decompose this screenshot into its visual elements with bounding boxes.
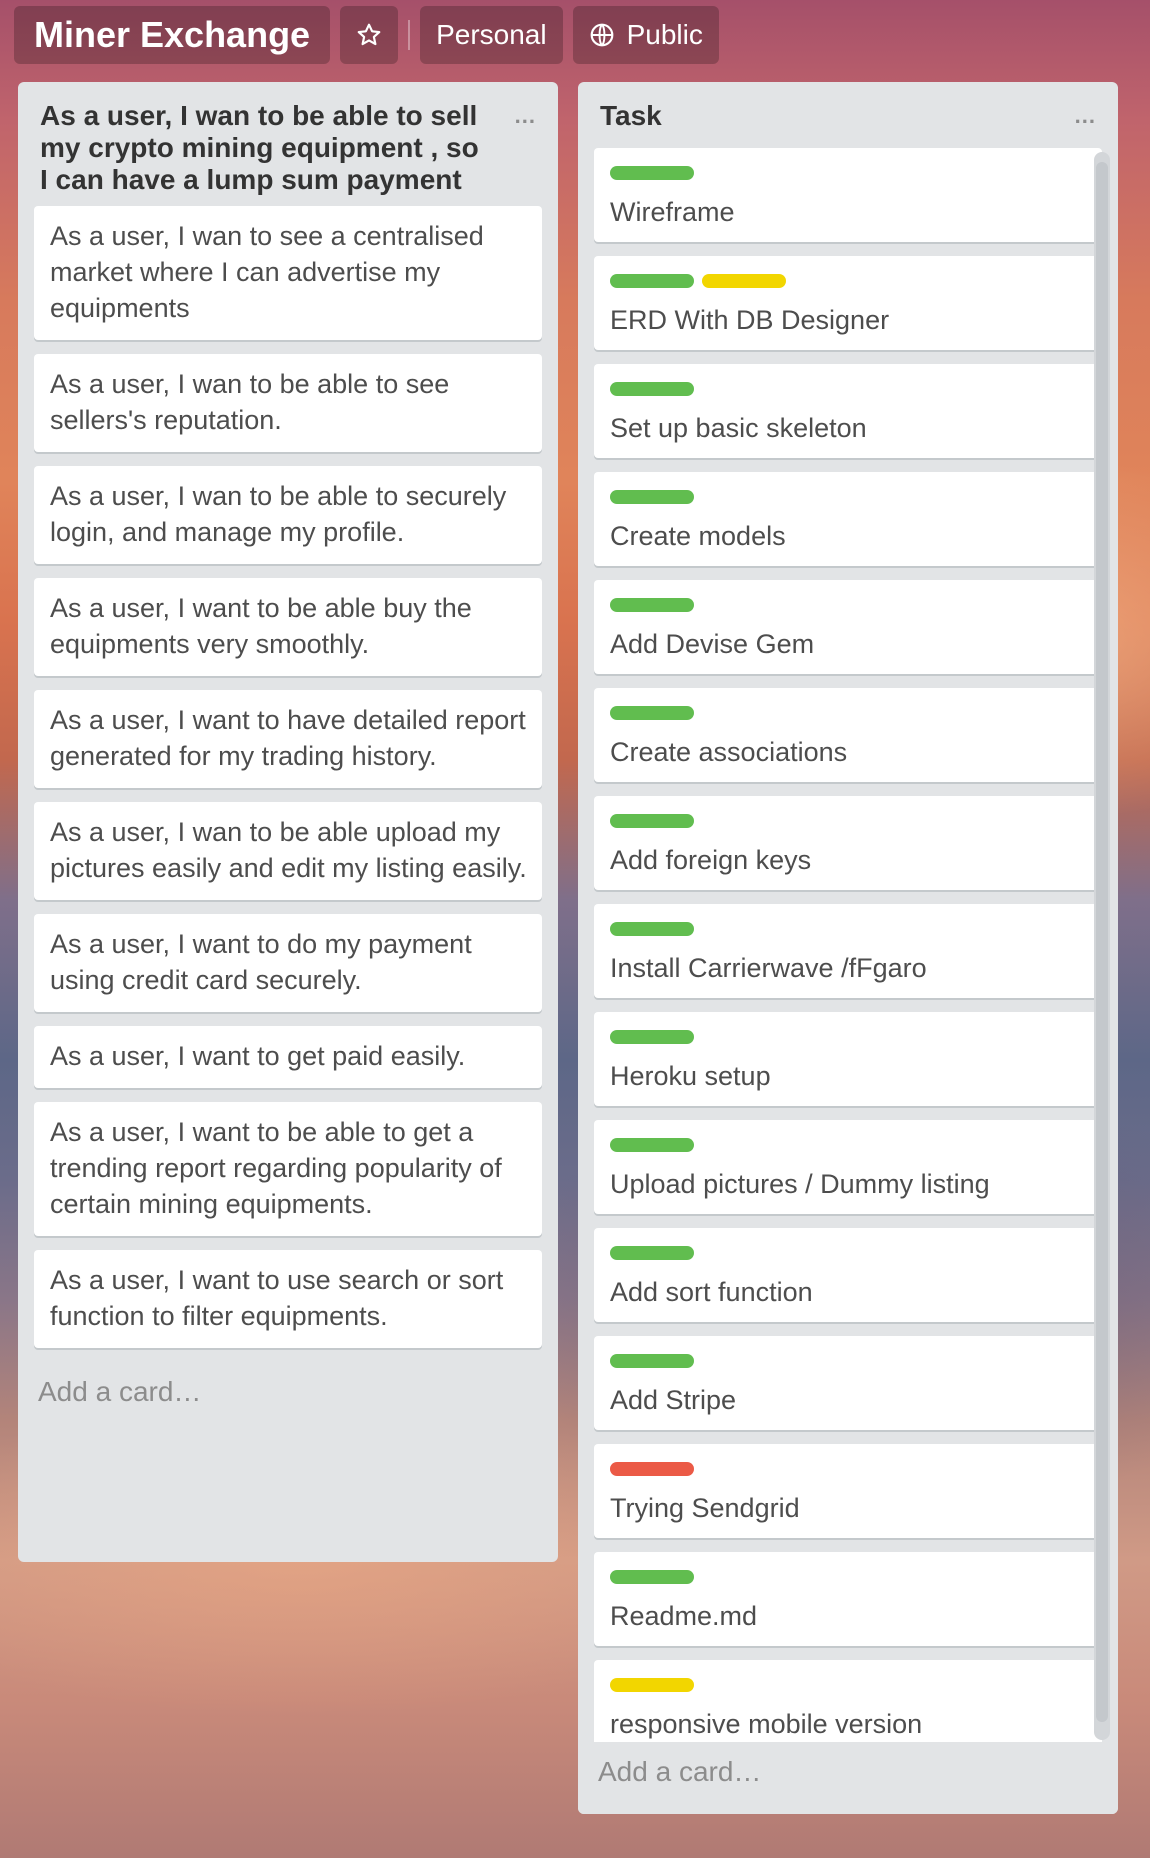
story-card[interactable]: As a user, I want to use search or sort … — [34, 1250, 542, 1348]
add-card-button[interactable]: Add a card… — [578, 1742, 1118, 1802]
card-labels — [610, 1570, 1086, 1584]
task-card[interactable]: ERD With DB Designer — [594, 256, 1102, 350]
card-title: Trying Sendgrid — [610, 1493, 800, 1523]
card-title: Readme.md — [610, 1601, 758, 1631]
label-green — [610, 1030, 694, 1044]
card-labels — [610, 922, 1086, 936]
card-labels — [610, 382, 1086, 396]
list-menu-icon[interactable]: ... — [515, 100, 536, 132]
task-card[interactable]: Add Devise Gem — [594, 580, 1102, 674]
star-button[interactable] — [340, 6, 399, 64]
personal-team-button[interactable]: Personal — [420, 6, 563, 64]
task-card[interactable]: responsive mobile version — [594, 1660, 1102, 1742]
card-labels — [610, 166, 1086, 180]
label-yellow — [702, 274, 786, 288]
board-title[interactable]: Miner Exchange — [14, 6, 331, 64]
card-title: responsive mobile version — [610, 1709, 923, 1739]
star-icon — [357, 23, 381, 46]
task-card[interactable]: Heroku setup — [594, 1012, 1102, 1106]
card-list: As a user, I wan to see a centralised ma… — [18, 206, 558, 1348]
label-green — [610, 1138, 694, 1152]
card-title: Wireframe — [610, 197, 735, 227]
task-card[interactable]: Upload pictures / Dummy listing — [594, 1120, 1102, 1214]
card-labels — [610, 598, 1086, 612]
card-title: ERD With DB Designer — [610, 305, 890, 335]
card-title: Upload pictures / Dummy listing — [610, 1169, 990, 1199]
task-card[interactable]: Wireframe — [594, 148, 1102, 242]
card-labels — [610, 1030, 1086, 1044]
card-title: Create associations — [610, 737, 848, 767]
visibility-button[interactable]: Public — [572, 6, 719, 64]
header-divider — [408, 20, 411, 50]
task-card[interactable]: Add foreign keys — [594, 796, 1102, 890]
card-labels — [610, 1462, 1086, 1476]
list-menu-icon[interactable]: ... — [1075, 100, 1096, 132]
label-red — [610, 1462, 694, 1476]
list-title[interactable]: Task — [600, 100, 662, 131]
task-card[interactable]: Add sort function — [594, 1228, 1102, 1322]
public-label: Public — [626, 19, 703, 50]
label-green — [610, 274, 694, 288]
globe-icon — [590, 23, 613, 47]
list-task: Task ... Wireframe ERD With DB Designer Se… — [578, 82, 1118, 1814]
card-title: Set up basic skeleton — [610, 413, 867, 443]
label-green — [610, 922, 694, 936]
card-labels — [610, 706, 1086, 720]
card-labels — [610, 1138, 1086, 1152]
personal-label: Personal — [436, 19, 547, 50]
label-green — [610, 382, 694, 396]
card-title: Add Devise Gem — [610, 629, 815, 659]
card-title: Add sort function — [610, 1277, 813, 1307]
list-footer: Add a card… — [578, 1742, 1118, 1814]
list-title[interactable]: As a user, I wan to be able to sell my c… — [40, 100, 479, 195]
label-green — [610, 490, 694, 504]
list-header[interactable]: As a user, I wan to be able to sell my c… — [18, 82, 558, 206]
task-card[interactable]: Readme.md — [594, 1552, 1102, 1646]
task-card[interactable]: Create models — [594, 472, 1102, 566]
task-card[interactable]: Add Stripe — [594, 1336, 1102, 1430]
task-card-scroll-area[interactable]: Wireframe ERD With DB Designer Set up basi… — [578, 148, 1118, 1742]
label-green — [610, 598, 694, 612]
board-header: Miner Exchange Personal Public — [14, 6, 719, 64]
story-card[interactable]: As a user, I wan to be able to see selle… — [34, 354, 542, 452]
list-user-stories: As a user, I wan to be able to sell my c… — [18, 82, 558, 1562]
card-labels — [610, 1678, 1086, 1692]
label-green — [610, 1354, 694, 1368]
card-title: Install Carrierwave /fFgaro — [610, 953, 927, 983]
story-card[interactable]: As a user, I wan to be able upload my pi… — [34, 802, 542, 900]
card-title: Create models — [610, 521, 786, 551]
story-card[interactable]: As a user, I wan to see a centralised ma… — [34, 206, 542, 340]
task-card[interactable]: Trying Sendgrid — [594, 1444, 1102, 1538]
scrollbar-thumb[interactable] — [1096, 162, 1108, 1722]
label-green — [610, 814, 694, 828]
add-card-button[interactable]: Add a card… — [18, 1362, 558, 1422]
card-title: Heroku setup — [610, 1061, 771, 1091]
label-green — [610, 1246, 694, 1260]
story-card[interactable]: As a user, I want to have detailed repor… — [34, 690, 542, 788]
story-card[interactable]: As a user, I want to be able buy the equ… — [34, 578, 542, 676]
story-card[interactable]: As a user, I want to be able to get a tr… — [34, 1102, 542, 1236]
card-labels — [610, 1246, 1086, 1260]
card-title: Add foreign keys — [610, 845, 812, 875]
task-card[interactable]: Install Carrierwave /fFgaro — [594, 904, 1102, 998]
list-scrollbar[interactable] — [1094, 152, 1110, 1740]
card-list: Wireframe ERD With DB Designer Set up basi… — [578, 148, 1118, 1742]
card-title: Add Stripe — [610, 1385, 737, 1415]
task-card[interactable]: Set up basic skeleton — [594, 364, 1102, 458]
label-yellow — [610, 1678, 694, 1692]
card-labels — [610, 1354, 1086, 1368]
label-green — [610, 1570, 694, 1584]
card-labels — [610, 814, 1086, 828]
story-card[interactable]: As a user, I want to do my payment using… — [34, 914, 542, 1012]
label-green — [610, 166, 694, 180]
task-card[interactable]: Create associations — [594, 688, 1102, 782]
list-header[interactable]: Task ... — [578, 82, 1118, 142]
card-labels — [610, 274, 1086, 288]
story-card[interactable]: As a user, I want to get paid easily. — [34, 1026, 542, 1088]
story-card[interactable]: As a user, I wan to be able to securely … — [34, 466, 542, 564]
card-labels — [610, 490, 1086, 504]
label-green — [610, 706, 694, 720]
